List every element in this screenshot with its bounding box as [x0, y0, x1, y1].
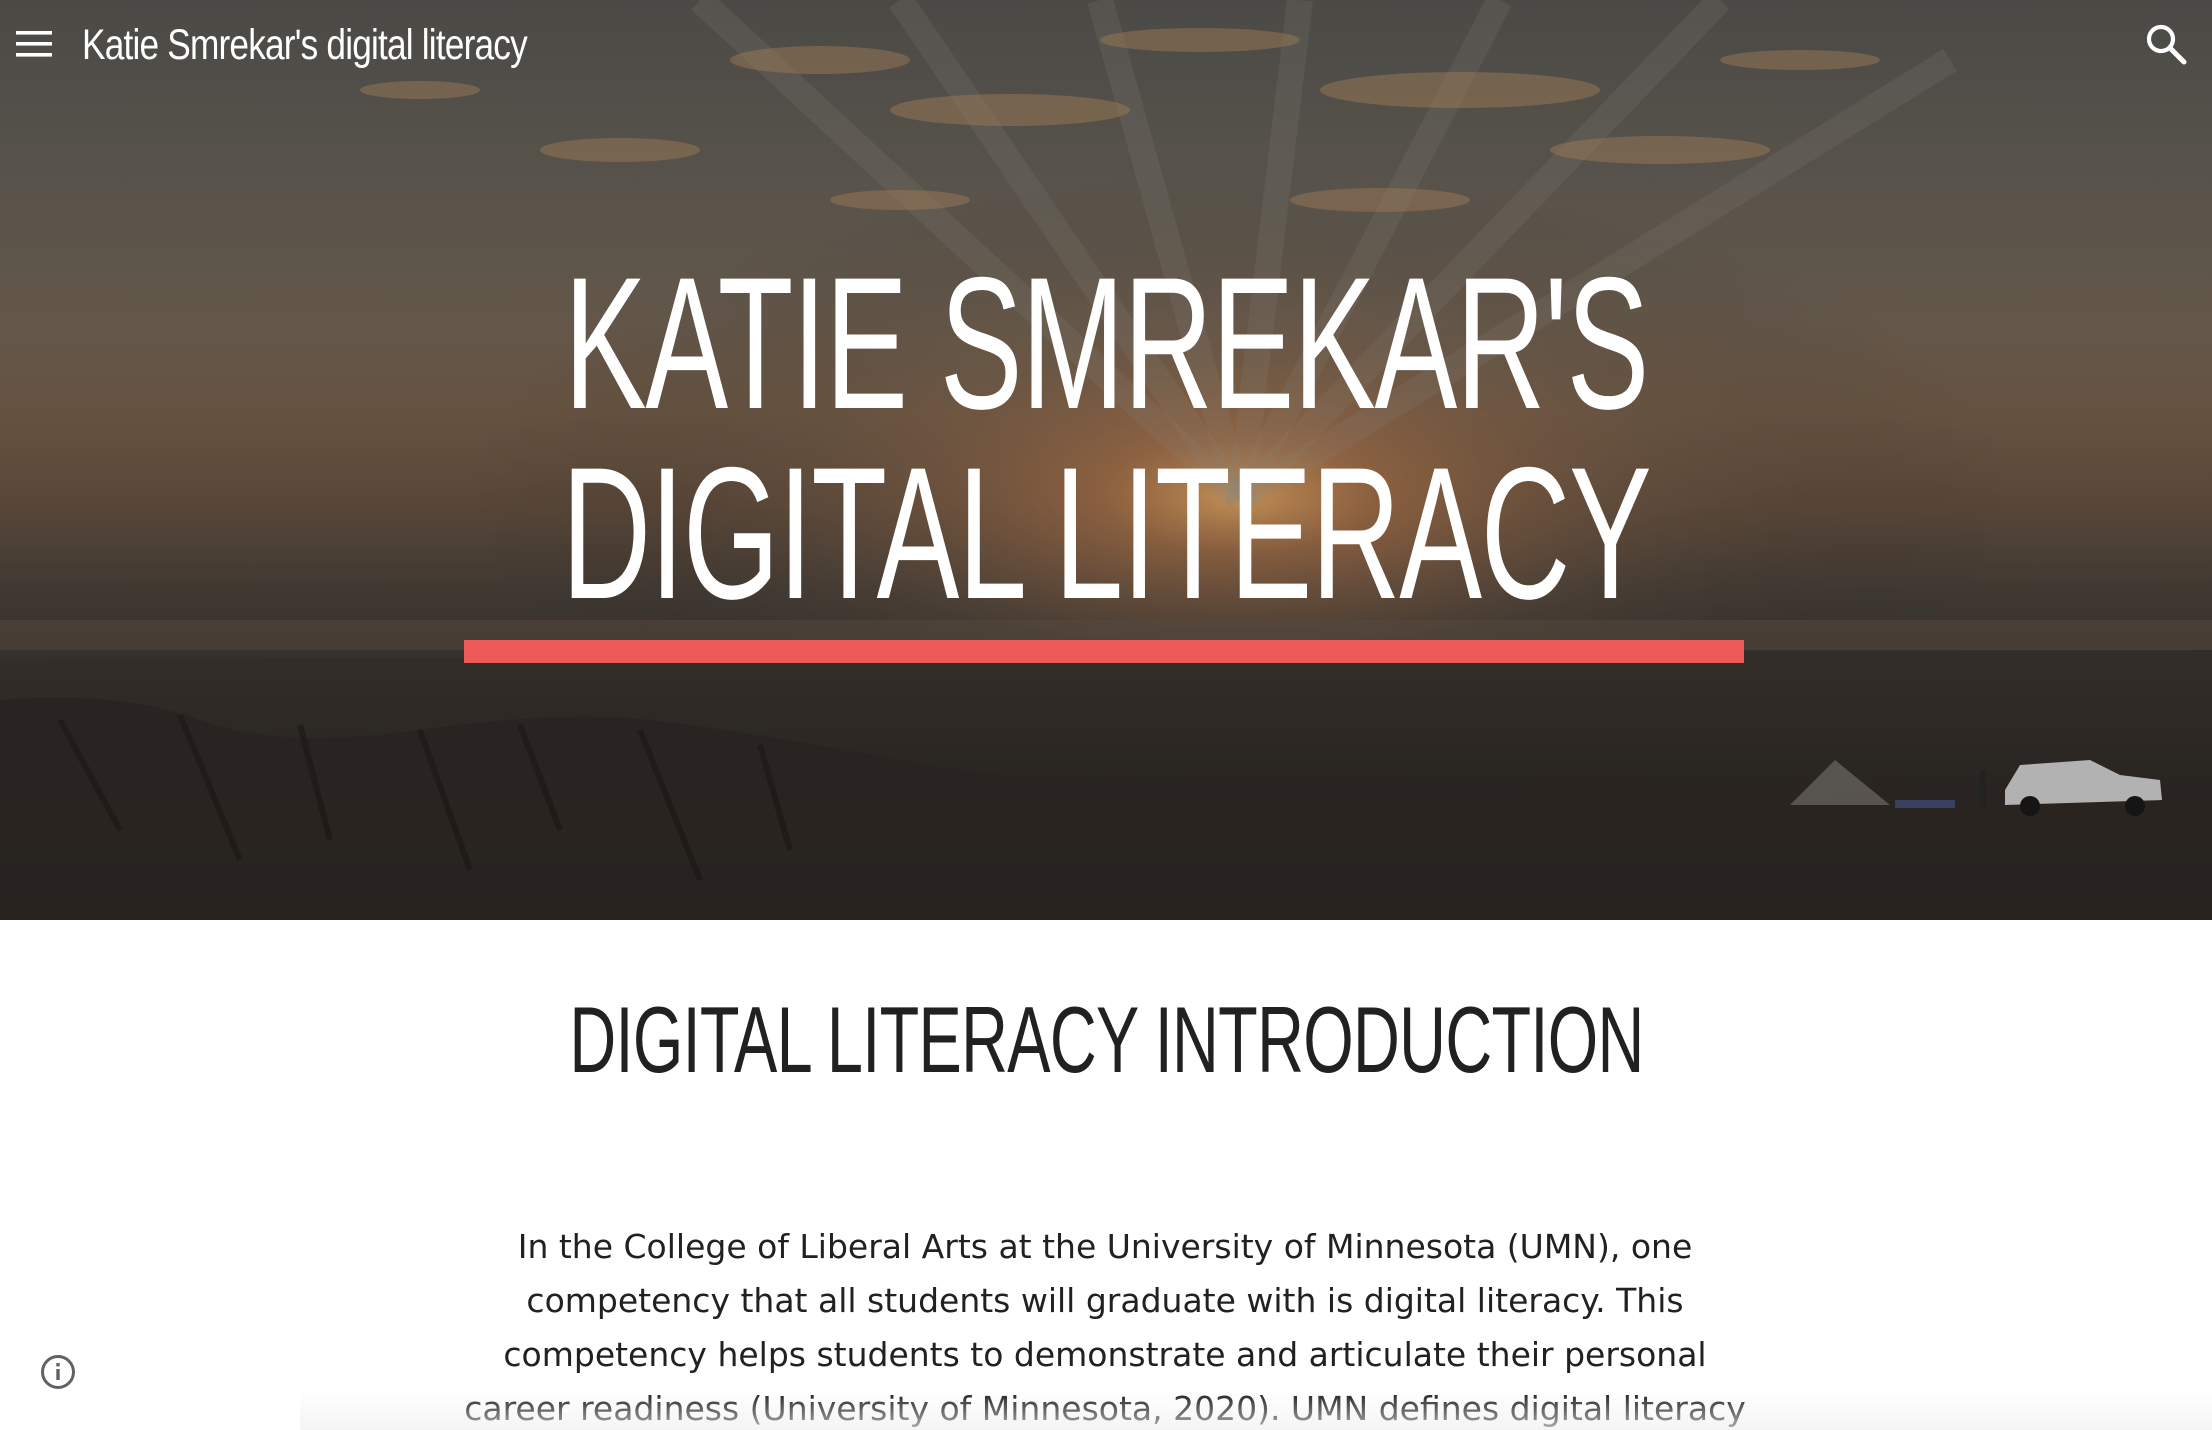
paragraph-line: competency that all students will gradua…: [526, 1281, 1684, 1320]
paragraph-line: competency helps students to demonstrate…: [503, 1335, 1707, 1374]
hamburger-menu-icon[interactable]: [14, 26, 54, 66]
info-icon[interactable]: [38, 1352, 78, 1392]
top-navigation-bar: Katie Smrekar's digital literacy: [0, 0, 2212, 90]
hero-title-line-2: DIGITAL LITERACY: [561, 428, 1652, 638]
hero-title-line-1: KATIE SMREKAR'S: [563, 238, 1649, 448]
section-heading-text: DIGITAL LITERACY INTRODUCTION: [568, 987, 1644, 1092]
hero-title: KATIE SMREKAR'S DIGITAL LITERACY: [0, 248, 2212, 628]
paragraph-line: In the College of Liberal Arts at the Un…: [517, 1227, 1693, 1266]
section-heading: DIGITAL LITERACY INTRODUCTION: [0, 988, 2212, 1092]
hero-accent-underline: [464, 640, 1744, 663]
site-title-link[interactable]: Katie Smrekar's digital literacy: [82, 14, 528, 76]
page: Katie Smrekar's digital literacy KATIE S…: [0, 0, 2212, 1430]
bottom-shadow: [300, 1392, 2212, 1430]
search-icon[interactable]: [2142, 20, 2190, 68]
